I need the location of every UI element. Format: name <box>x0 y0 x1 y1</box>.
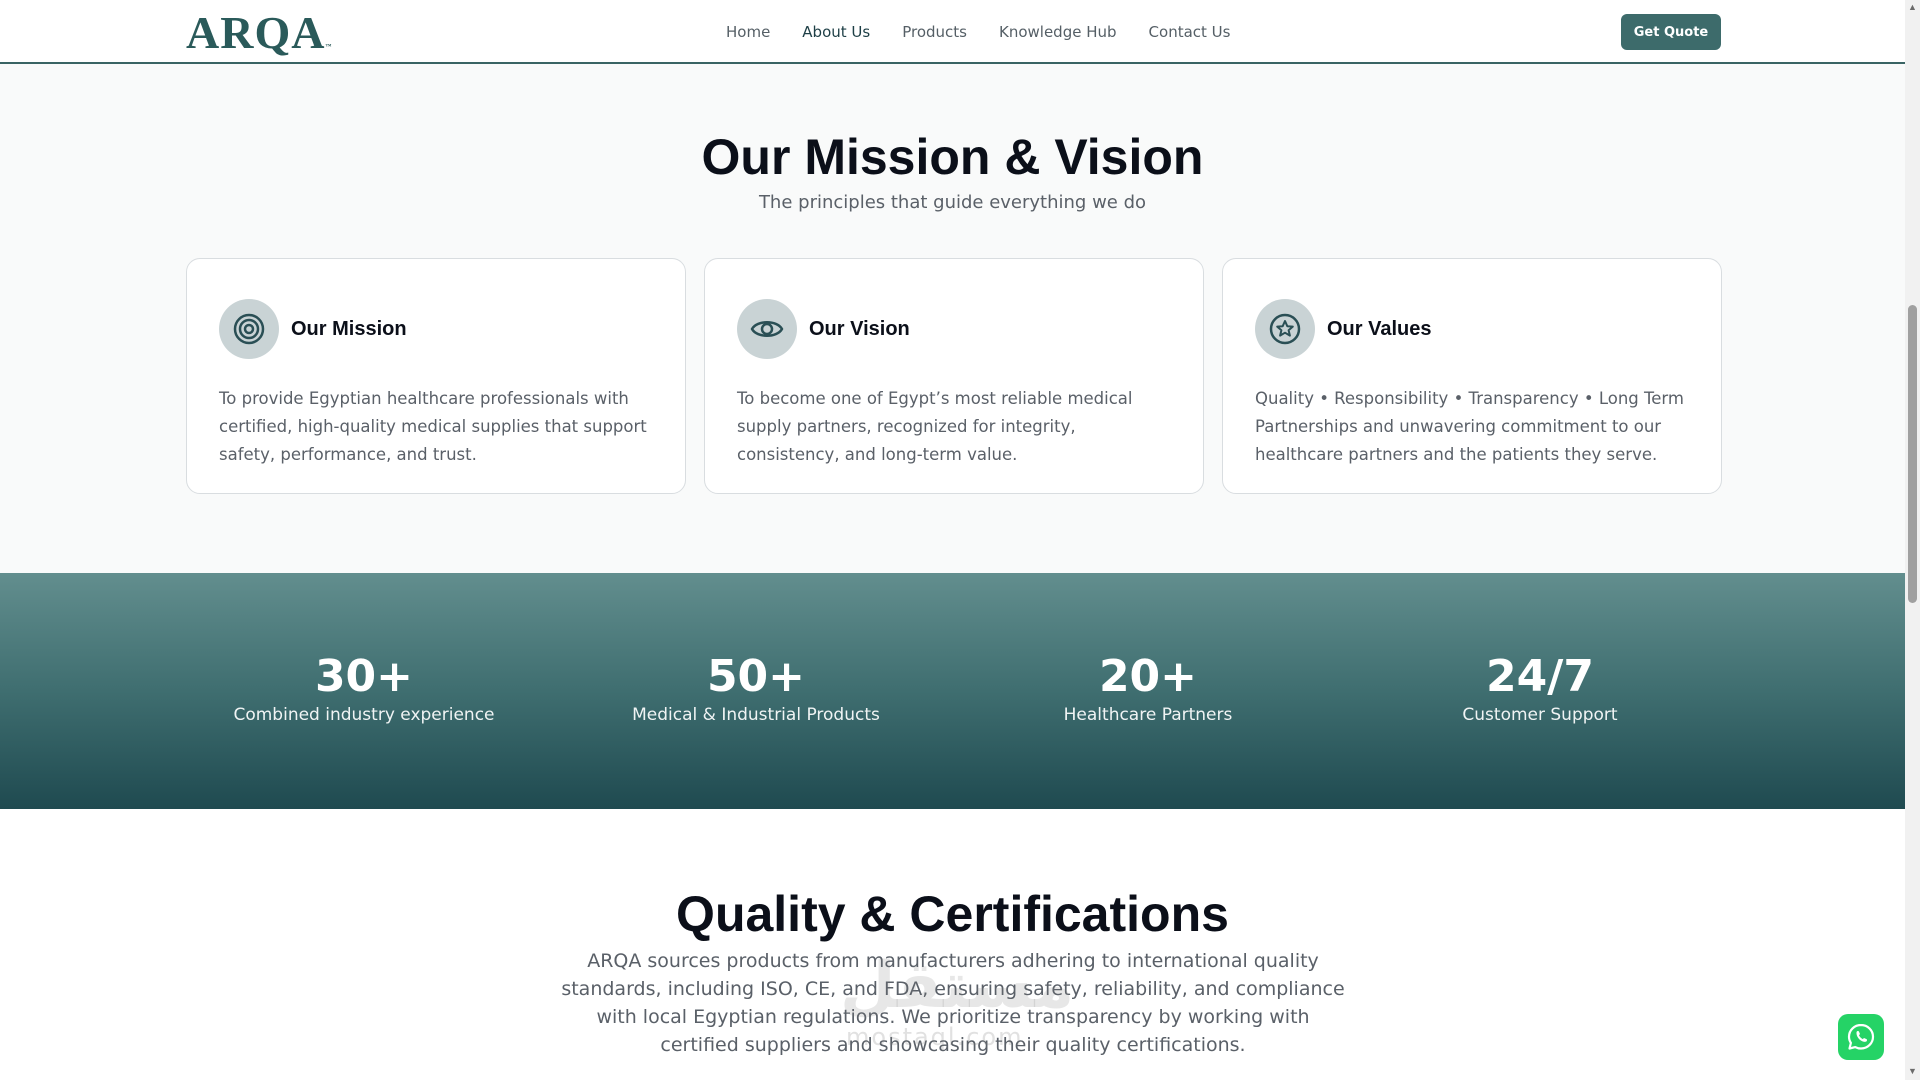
scroll-down-arrow-icon[interactable]: ▼ <box>1908 1066 1917 1078</box>
target-icon <box>219 299 279 359</box>
stat-number: 30+ <box>314 651 414 702</box>
stat-item: 30+ Combined industry experience <box>168 651 560 726</box>
card-header: Our Mission <box>219 299 653 359</box>
stat-label: Customer Support <box>1462 705 1618 725</box>
mission-vision-section: Our Mission & Vision The principles that… <box>0 64 1905 574</box>
card-text: To provide Egyptian healthcare professio… <box>219 389 647 464</box>
logo[interactable]: ARQA™ <box>186 6 332 59</box>
nav-home[interactable]: Home <box>726 23 770 41</box>
page: ARQA™ Home About Us Products Knowledge H… <box>0 0 1905 1080</box>
whatsapp-button[interactable] <box>1838 1014 1884 1060</box>
scroll-thumb[interactable] <box>1908 305 1917 603</box>
stat-number: 50+ <box>706 651 806 702</box>
values-card: Our Values Quality • Responsibility • Tr… <box>1222 258 1722 494</box>
card-text: To become one of Egypt’s most reliable m… <box>737 389 1133 464</box>
stat-label: Combined industry experience <box>233 705 495 725</box>
stat-item: 24/7 Customer Support <box>1344 651 1736 726</box>
site-header: ARQA™ Home About Us Products Knowledge H… <box>0 0 1905 64</box>
get-quote-button[interactable]: Get Quote <box>1621 14 1721 50</box>
card-header: Our Values <box>1255 299 1689 359</box>
eye-icon <box>737 299 797 359</box>
mission-cards: Our Mission To provide Egyptian healthca… <box>186 258 1722 494</box>
watermark-arabic: مستقل <box>840 949 1075 1023</box>
quality-section-title: Quality & Certifications <box>676 886 1229 942</box>
mission-section-title: Our Mission & Vision <box>701 129 1204 185</box>
nav-contact-us[interactable]: Contact Us <box>1149 23 1231 41</box>
nav-about-us[interactable]: About Us <box>802 23 870 41</box>
card-text: Quality • Responsibility • Transparency … <box>1255 389 1684 464</box>
page-scrollbar[interactable]: ▲ ▼ <box>1905 0 1920 1080</box>
mission-section-subtitle: The principles that guide everything we … <box>758 192 1147 213</box>
nav-knowledge-hub[interactable]: Knowledge Hub <box>999 23 1117 41</box>
stat-item: 50+ Medical & Industrial Products <box>560 651 952 726</box>
logo-mark: ™ <box>325 44 333 50</box>
stat-number: 24/7 <box>1486 651 1594 702</box>
nav-products[interactable]: Products <box>902 23 967 41</box>
card-title: Our Vision <box>809 317 910 340</box>
quality-section: Quality & Certifications ARQA sources pr… <box>0 809 1905 1080</box>
logo-text: ARQA <box>186 7 326 58</box>
mission-card: Our Mission To provide Egyptian healthca… <box>186 258 686 494</box>
card-title: Our Mission <box>291 317 407 340</box>
stat-label: Healthcare Partners <box>1063 705 1233 725</box>
main-nav: Home About Us Products Knowledge Hub Con… <box>726 0 1230 64</box>
watermark-latin: mostaql.com <box>846 1023 1024 1051</box>
scroll-up-arrow-icon[interactable]: ▲ <box>1908 2 1917 14</box>
star-badge-icon <box>1255 299 1315 359</box>
vision-card: Our Vision To become one of Egypt’s most… <box>704 258 1204 494</box>
whatsapp-icon <box>1847 1023 1875 1050</box>
stat-item: 20+ Healthcare Partners <box>952 651 1344 726</box>
card-title: Our Values <box>1327 317 1432 340</box>
stat-label: Medical & Industrial Products <box>632 705 880 725</box>
card-header: Our Vision <box>737 299 1171 359</box>
stat-number: 20+ <box>1098 651 1198 702</box>
stats-band: 30+ Combined industry experience 50+ Med… <box>0 573 1905 809</box>
